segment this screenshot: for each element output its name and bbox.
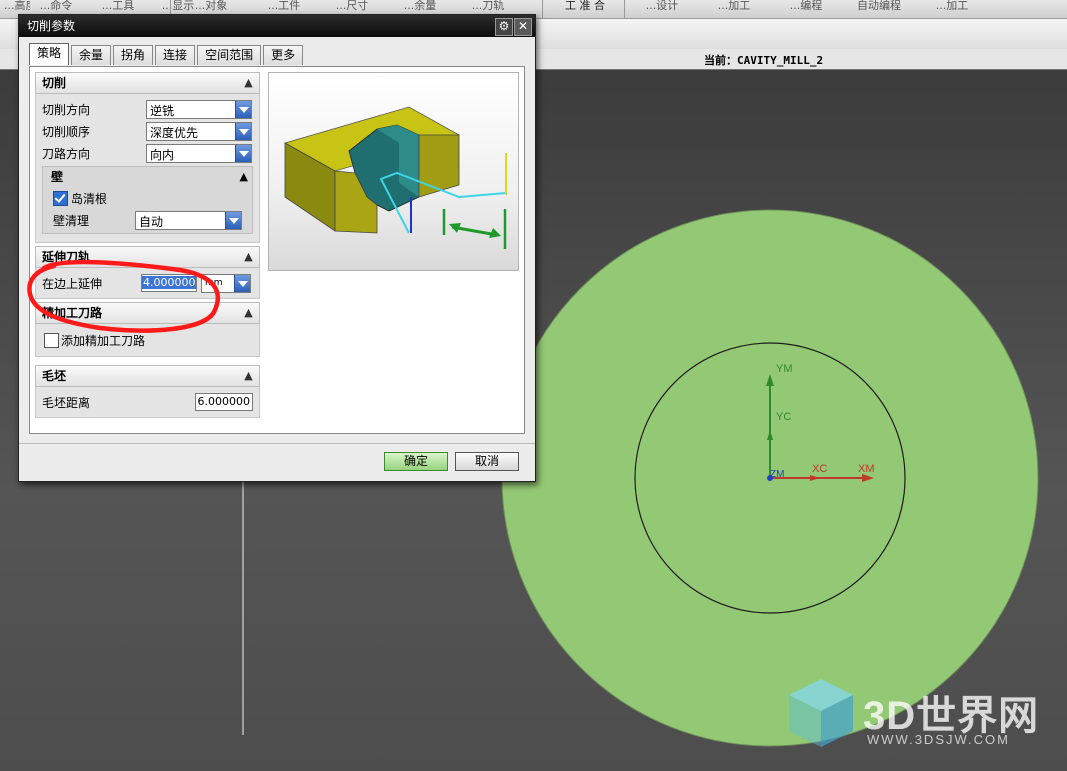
blank-distance-input[interactable]: 6.000000 <box>195 393 253 411</box>
section-cutting-body: 切削方向 逆铣 切削顺序 深度优先 刀路方向 向内 壁 ▲ 岛清根 壁清理 自动 <box>35 94 260 243</box>
extend-unit-select[interactable]: mm <box>201 274 251 293</box>
ok-button[interactable]: 确定 <box>384 452 448 471</box>
section-cutting-title: 切削 <box>42 76 67 90</box>
pattern-direction-value: 向内 <box>150 148 175 162</box>
toolbar-group-right: 工 准 合 <box>544 0 626 18</box>
chevron-down-icon[interactable] <box>235 123 251 140</box>
toolbar-separator <box>542 0 543 18</box>
section-extend-header[interactable]: 延伸刀轨 ▲ <box>35 246 260 268</box>
current-operation-label: 当前： <box>704 54 737 67</box>
cut-order-row: 切削顺序 深度优先 <box>36 120 259 142</box>
pattern-direction-row: 刀路方向 向内 <box>36 142 259 164</box>
section-extend-title: 延伸刀轨 <box>42 250 91 264</box>
section-blank-header[interactable]: 毛坯 ▲ <box>35 365 260 387</box>
xc-label: XC <box>812 463 827 475</box>
add-finish-label: 添加精加工刀路 <box>61 334 146 348</box>
extend-at-edges-label: 在边上延伸 <box>42 277 103 291</box>
watermark: 3D世界网 WWW.3DSJW.COM <box>783 675 1053 755</box>
blank-distance-value: 6.000000 <box>197 395 251 408</box>
extend-at-edges-input[interactable]: 4.000000 <box>141 274 197 292</box>
close-icon[interactable]: ✕ <box>514 18 532 36</box>
cancel-button[interactable]: 取消 <box>455 452 519 471</box>
extend-at-edges-value: 4.000000 <box>142 276 196 289</box>
tab-corners[interactable]: 拐角 <box>113 45 154 65</box>
toolbar-button[interactable]: ...编程 <box>770 0 842 18</box>
wall-group-title: 壁 <box>51 170 64 184</box>
blank-distance-row: 毛坯距离 6.000000 <box>36 391 259 413</box>
section-extend-body: 在边上延伸 4.000000 mm <box>35 268 260 299</box>
tab-bar: 策略 余量 拐角 连接 空间范围 更多 <box>29 43 305 65</box>
xm-label: XM <box>858 463 875 475</box>
tab-strategy[interactable]: 策略 <box>29 43 70 65</box>
wall-cleanup-label: 壁清理 <box>53 214 90 228</box>
chevron-down-icon[interactable] <box>234 275 250 292</box>
toolbar-button[interactable]: 自动编程 <box>842 0 916 18</box>
zm-label: ZM <box>770 469 784 480</box>
section-blank-title: 毛坯 <box>42 369 67 383</box>
cut-order-value: 深度优先 <box>150 126 199 140</box>
add-finish-row: 添加精加工刀路 <box>36 329 259 351</box>
chevron-up-icon[interactable]: ▲ <box>240 74 257 91</box>
tab-containment[interactable]: 空间范围 <box>197 45 262 65</box>
gear-icon[interactable]: ⚙ <box>495 18 513 36</box>
tab-more[interactable]: 更多 <box>263 45 304 65</box>
blank-distance-label: 毛坯距离 <box>42 396 91 410</box>
toolbar-button[interactable]: ...加工 <box>916 0 988 18</box>
island-cleanup-checkbox[interactable] <box>53 191 68 206</box>
extend-path-preview <box>268 72 519 271</box>
yc-label: YC <box>776 411 791 423</box>
chevron-down-icon[interactable] <box>225 212 241 229</box>
wall-group-header[interactable]: 壁 ▲ <box>43 167 252 187</box>
section-finish-title: 精加工刀路 <box>42 306 103 320</box>
current-operation-name: CAVITY_MILL_2 <box>737 54 824 67</box>
toolbar-separator <box>624 0 625 18</box>
wall-cleanup-value: 自动 <box>139 215 164 229</box>
dialog-footer: 确定 取消 <box>19 443 535 482</box>
extend-unit-value: mm <box>205 278 223 288</box>
wall-cleanup-row: 壁清理 自动 <box>43 209 252 233</box>
cutting-parameters-dialog: 切削参数 ⚙ ✕ 策略 余量 拐角 连接 空间范围 更多 切削 ▲ 切削方向 逆… <box>18 14 536 482</box>
cut-order-label: 切削顺序 <box>42 125 91 139</box>
add-finish-checkbox[interactable] <box>44 333 59 348</box>
dialog-title: 切削参数 <box>27 19 76 33</box>
chevron-up-icon[interactable]: ▲ <box>240 248 257 265</box>
pattern-direction-select[interactable]: 向内 <box>146 144 252 163</box>
wall-cleanup-select[interactable]: 自动 <box>135 211 242 230</box>
toolbar-button[interactable]: ...设计 <box>626 0 698 18</box>
cut-direction-row: 切削方向 逆铣 <box>36 98 259 120</box>
toolbar-button[interactable]: 工 准 合 <box>544 0 626 18</box>
watermark-url: WWW.3DSJW.COM <box>867 732 1010 747</box>
ym-label: YM <box>776 363 793 375</box>
wall-group: 壁 ▲ 岛清根 壁清理 自动 <box>42 166 253 234</box>
island-cleanup-label: 岛清根 <box>71 192 108 206</box>
toolbar-group-far: ...设计 ...加工 ...编程 自动编程 ...加工 <box>626 0 988 18</box>
cut-direction-value: 逆铣 <box>150 104 175 118</box>
section-finish-body: 添加精加工刀路 <box>35 324 260 357</box>
chevron-down-icon[interactable] <box>235 145 251 162</box>
toolbar-button[interactable]: ...加工 <box>698 0 770 18</box>
settings-column: 切削 ▲ 切削方向 逆铣 切削顺序 深度优先 刀路方向 向内 壁 ▲ 岛清根 壁… <box>35 72 260 418</box>
section-finish-header[interactable]: 精加工刀路 ▲ <box>35 302 260 324</box>
extend-at-edges-row: 在边上延伸 4.000000 mm <box>36 272 259 294</box>
island-cleanup-row: 岛清根 <box>43 187 252 209</box>
pattern-direction-label: 刀路方向 <box>42 147 91 161</box>
tab-connections[interactable]: 连接 <box>155 45 196 65</box>
cut-direction-label: 切削方向 <box>42 103 91 117</box>
extend-path-illustration-icon <box>283 106 507 249</box>
chevron-up-icon[interactable]: ▲ <box>240 167 248 187</box>
chevron-down-icon[interactable] <box>235 101 251 118</box>
section-blank-body: 毛坯距离 6.000000 <box>35 387 260 418</box>
cut-direction-select[interactable]: 逆铣 <box>146 100 252 119</box>
cube-logo-icon <box>789 679 853 747</box>
dialog-titlebar[interactable]: 切削参数 ⚙ ✕ <box>19 15 535 37</box>
chevron-up-icon[interactable]: ▲ <box>240 304 257 321</box>
tab-stock[interactable]: 余量 <box>71 45 112 65</box>
chevron-up-icon[interactable]: ▲ <box>240 367 257 384</box>
section-cutting-header[interactable]: 切削 ▲ <box>35 72 260 94</box>
strategy-panel: 切削 ▲ 切削方向 逆铣 切削顺序 深度优先 刀路方向 向内 壁 ▲ 岛清根 壁… <box>29 66 525 434</box>
cut-order-select[interactable]: 深度优先 <box>146 122 252 141</box>
current-operation: 当前：CAVITY_MILL_2 <box>704 52 823 68</box>
